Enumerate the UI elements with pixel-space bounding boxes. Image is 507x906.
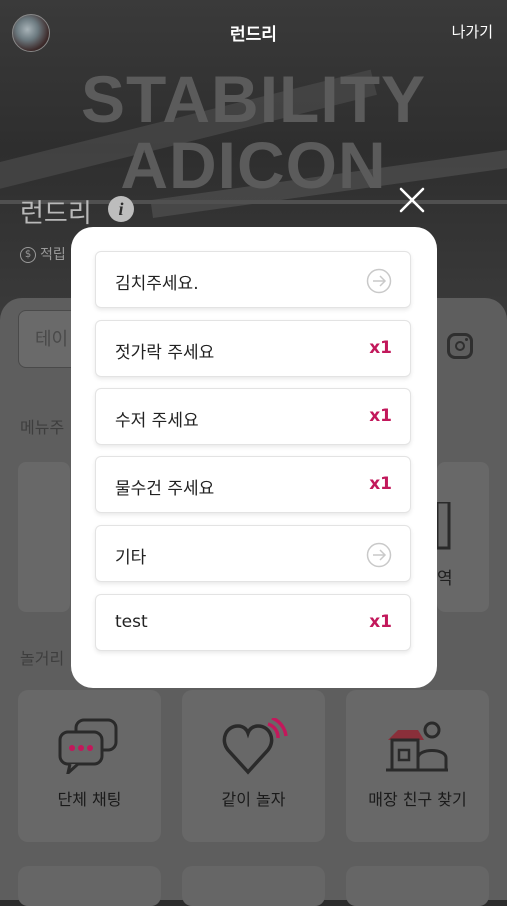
play-card[interactable] xyxy=(346,866,489,906)
hero-text-line2: ADICON xyxy=(120,128,387,202)
dollar-circle-icon: $ xyxy=(20,247,36,263)
play-card-find-friends[interactable]: 매장 친구 찾기 xyxy=(346,690,489,842)
points-row: $ 적립 xyxy=(20,244,66,264)
option-label: 젓가락 주세요 xyxy=(115,343,215,363)
points-label: 적립 xyxy=(40,247,66,263)
option-label: 수저 주세요 xyxy=(115,411,199,431)
menu-card-label: 역 xyxy=(437,569,453,589)
play-card-label: 같이 놀자 xyxy=(221,790,286,809)
option-label: test xyxy=(115,612,148,632)
option-chopsticks[interactable]: 젓가락 주세요 x1 xyxy=(95,320,411,377)
store-person-icon xyxy=(386,721,448,772)
option-label: 기타 xyxy=(115,548,147,568)
option-label: 물수건 주세요 xyxy=(115,479,215,499)
option-test[interactable]: test x1 xyxy=(95,594,411,651)
quantity-badge: x1 xyxy=(369,406,392,426)
chat-bubbles-icon xyxy=(58,718,118,774)
receipt-icon xyxy=(437,502,451,550)
info-icon[interactable]: i xyxy=(108,196,134,222)
quantity-badge: x1 xyxy=(369,612,392,632)
instagram-icon[interactable] xyxy=(447,333,473,359)
option-other[interactable]: 기타 xyxy=(95,525,411,582)
arrow-right-circle-icon xyxy=(366,268,392,294)
heart-signal-icon xyxy=(222,718,288,775)
arrow-right-circle-icon xyxy=(366,542,392,568)
store-name: 런드리 xyxy=(20,199,92,229)
option-label: 김치주세요. xyxy=(115,274,199,294)
play-card-play-together[interactable]: 같이 놀자 xyxy=(182,690,325,842)
play-card-label: 단체 채팅 xyxy=(57,790,122,809)
exit-button[interactable]: 나가기 xyxy=(452,21,493,42)
section-label-menu: 메뉴주 xyxy=(20,418,65,437)
hero-text-line1: STABILITY xyxy=(80,62,427,136)
request-options-modal: 김치주세요. 젓가락 주세요 x1 수저 주세요 x1 물수건 주세요 x1 기… xyxy=(71,227,437,688)
play-card[interactable] xyxy=(182,866,325,906)
menu-card[interactable] xyxy=(18,462,70,612)
menu-card[interactable]: 역 xyxy=(437,462,489,612)
section-label-play: 놀거리 xyxy=(20,649,65,668)
page-title: 런드리 xyxy=(230,25,277,45)
quantity-badge: x1 xyxy=(369,474,392,494)
play-card-group-chat[interactable]: 단체 채팅 xyxy=(18,690,161,842)
close-icon[interactable] xyxy=(396,184,428,216)
play-card[interactable] xyxy=(18,866,161,906)
top-bar: 런드리 나가기 xyxy=(0,0,507,64)
quantity-badge: x1 xyxy=(369,338,392,358)
option-kimchi[interactable]: 김치주세요. xyxy=(95,251,411,308)
play-card-label: 매장 친구 찾기 xyxy=(368,790,467,809)
option-spoon[interactable]: 수저 주세요 x1 xyxy=(95,388,411,445)
option-wet-towel[interactable]: 물수건 주세요 x1 xyxy=(95,456,411,513)
